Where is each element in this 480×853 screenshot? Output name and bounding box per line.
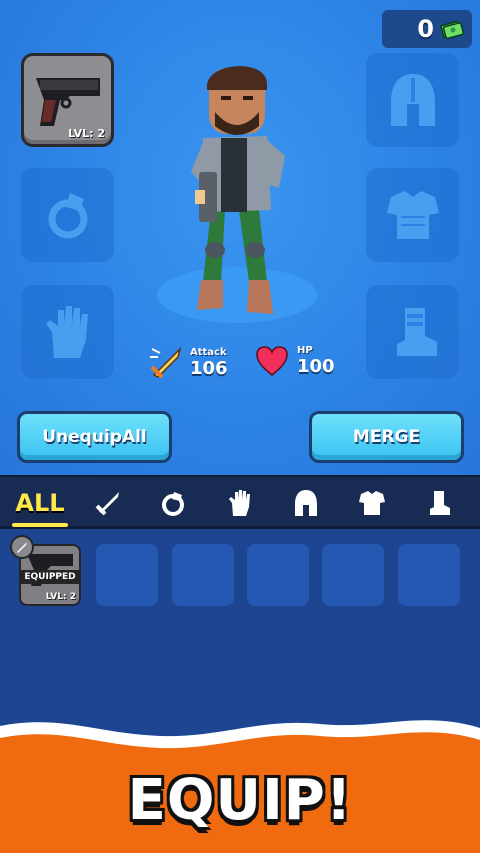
currency-amount: 0 bbox=[417, 15, 434, 43]
attack-label: Attack bbox=[190, 347, 227, 358]
cash-icon bbox=[440, 20, 464, 40]
hp-value: 100 bbox=[297, 356, 335, 377]
inventory-slot[interactable] bbox=[322, 544, 384, 606]
item-level: LVL: 2 bbox=[45, 592, 76, 602]
tab-rings[interactable] bbox=[145, 477, 201, 529]
inventory-slot[interactable] bbox=[398, 544, 460, 606]
character-screen: 0 LVL: 2 Attack 106 HP 100 UnequipAll ME… bbox=[0, 0, 480, 475]
armor-icon bbox=[359, 491, 385, 515]
sword-icon bbox=[95, 492, 119, 516]
category-tabs: ALL bbox=[0, 475, 480, 529]
pistol-icon bbox=[35, 78, 100, 126]
weapon-slot[interactable]: LVL: 2 bbox=[21, 53, 114, 147]
tab-weapons[interactable] bbox=[80, 477, 136, 529]
armor-slot[interactable] bbox=[366, 168, 459, 262]
currency-counter[interactable]: 0 bbox=[382, 10, 472, 48]
character-figure bbox=[157, 66, 317, 323]
glove-icon bbox=[229, 490, 250, 516]
hp-stat: HP 100 bbox=[255, 345, 335, 377]
weapon-level: LVL: 2 bbox=[68, 127, 105, 140]
promo-title: EQUIP! bbox=[127, 768, 353, 833]
helmet-icon bbox=[390, 74, 435, 126]
ring-icon bbox=[162, 492, 184, 516]
boot-slot[interactable] bbox=[366, 285, 459, 379]
ring-slot[interactable] bbox=[21, 168, 114, 262]
armor-icon bbox=[386, 191, 439, 239]
inventory-slot[interactable] bbox=[96, 544, 158, 606]
inventory-slot[interactable] bbox=[247, 544, 309, 606]
attack-value: 106 bbox=[190, 358, 228, 379]
equipped-marker-icon bbox=[10, 535, 34, 559]
sword-attack-icon bbox=[150, 346, 182, 379]
glove-icon bbox=[45, 306, 88, 358]
unequip-all-button[interactable]: UnequipAll bbox=[17, 411, 172, 463]
inventory-grid: EQUIPPED LVL: 2 bbox=[0, 529, 480, 720]
heart-icon bbox=[256, 346, 288, 376]
tab-gloves[interactable] bbox=[212, 477, 268, 529]
boot-icon bbox=[430, 491, 450, 515]
merge-button[interactable]: MERGE bbox=[309, 411, 464, 463]
helmet-icon bbox=[295, 490, 317, 516]
glove-slot[interactable] bbox=[21, 285, 114, 379]
hp-label: HP bbox=[297, 345, 313, 356]
tab-all[interactable]: ALL bbox=[8, 477, 72, 529]
equipped-badge: EQUIPPED bbox=[19, 570, 81, 584]
helmet-slot[interactable] bbox=[366, 53, 459, 147]
tab-boots[interactable] bbox=[410, 477, 466, 529]
tab-helmets[interactable] bbox=[278, 477, 334, 529]
character-model bbox=[155, 60, 325, 330]
tab-armor[interactable] bbox=[344, 477, 400, 529]
ring-icon bbox=[48, 193, 87, 239]
attack-stat: Attack 106 bbox=[148, 345, 228, 381]
inventory-slot[interactable] bbox=[172, 544, 234, 606]
boot-icon bbox=[396, 308, 437, 356]
